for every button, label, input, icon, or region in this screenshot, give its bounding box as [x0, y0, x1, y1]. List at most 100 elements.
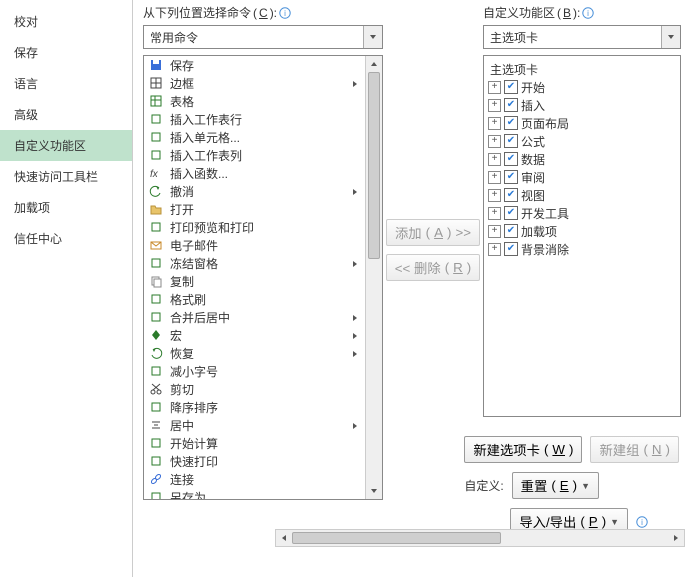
checkbox[interactable]	[504, 188, 518, 202]
sidebar: 校对保存语言高级自定义功能区快速访问工具栏加载项信任中心	[0, 0, 133, 577]
scroll-left-button[interactable]	[276, 530, 292, 546]
add-button[interactable]: 添加(A) >>	[386, 219, 480, 246]
checkbox[interactable]	[504, 80, 518, 94]
sidebar-item[interactable]: 保存	[0, 37, 132, 68]
command-item[interactable]: 插入单元格...	[144, 128, 365, 146]
tree-item[interactable]: +背景消除	[486, 240, 678, 258]
checkbox[interactable]	[504, 170, 518, 184]
border-icon	[148, 75, 164, 91]
tree-item[interactable]: +开发工具	[486, 204, 678, 222]
command-item[interactable]: 插入工作表行	[144, 110, 365, 128]
sidebar-item[interactable]: 信任中心	[0, 223, 132, 254]
expand-icon[interactable]: +	[488, 171, 501, 184]
sidebar-item[interactable]: 校对	[0, 6, 132, 37]
scroll-track[interactable]	[366, 72, 382, 483]
tree-item-label: 页面布局	[521, 115, 569, 132]
scrollbar[interactable]	[365, 56, 382, 499]
customize-ribbon-label: 自定义功能区(B):i	[483, 4, 681, 21]
sidebar-item[interactable]: 高级	[0, 99, 132, 130]
command-item[interactable]: 连接	[144, 470, 365, 488]
expand-icon[interactable]: +	[488, 189, 501, 202]
expand-icon[interactable]: +	[488, 153, 501, 166]
tree-item[interactable]: +审阅	[486, 168, 678, 186]
expand-icon[interactable]: +	[488, 81, 501, 94]
scroll-track[interactable]	[292, 530, 668, 546]
commands-listbox[interactable]: 保存边框表格插入工作表行插入单元格...插入工作表列fx插入函数...撤消打开打…	[143, 55, 383, 500]
tree-item[interactable]: +加载项	[486, 222, 678, 240]
checkbox[interactable]	[504, 242, 518, 256]
remove-button[interactable]: << 删除(R)	[386, 254, 480, 281]
sidebar-item[interactable]: 加载项	[0, 192, 132, 223]
command-item[interactable]: fx插入函数...	[144, 164, 365, 182]
ribbon-target-dropdown[interactable]: 主选项卡	[483, 25, 681, 49]
sidebar-item[interactable]: 快速访问工具栏	[0, 161, 132, 192]
ribbon-tree[interactable]: 主选项卡 + 开始 + 插入 + 页面布局+公式+数据+审阅+视图+开发工具+加载项+背景消…	[483, 55, 681, 417]
expand-icon[interactable]: +	[488, 207, 501, 220]
tree-item-label: 开始	[521, 79, 545, 96]
checkbox[interactable]	[504, 206, 518, 220]
command-item[interactable]: 开始计算	[144, 434, 365, 452]
command-item[interactable]: 电子邮件	[144, 236, 365, 254]
commands-source-dropdown[interactable]: 常用命令	[143, 25, 383, 49]
expand-icon[interactable]: +	[488, 99, 501, 112]
tree-item[interactable]: +公式	[486, 132, 678, 150]
tree-item[interactable]: + 开始	[486, 78, 678, 96]
horizontal-scrollbar[interactable]	[275, 529, 685, 547]
command-label: 插入单元格...	[170, 129, 361, 146]
scroll-right-button[interactable]	[668, 530, 684, 546]
sidebar-item[interactable]: 语言	[0, 68, 132, 99]
command-item[interactable]: 快速打印	[144, 452, 365, 470]
command-item[interactable]: 打印预览和打印	[144, 218, 365, 236]
command-item[interactable]: 复制	[144, 272, 365, 290]
new-group-button[interactable]: 新建组(N)	[590, 436, 679, 463]
submenu-arrow-icon	[353, 256, 361, 270]
command-item[interactable]: 合并后居中	[144, 308, 365, 326]
expand-icon[interactable]: +	[488, 117, 501, 130]
command-item[interactable]: 剪切	[144, 380, 365, 398]
scroll-thumb[interactable]	[292, 532, 501, 544]
ribbon-column: 自定义功能区(B):i 主选项卡 主选项卡 + 开始 + 插入 + 页面布局+公式+数据+审…	[483, 0, 681, 500]
tree-item[interactable]: + 页面布局	[486, 114, 678, 132]
command-label: 连接	[170, 471, 361, 488]
command-item[interactable]: 宏	[144, 326, 365, 344]
command-item[interactable]: 插入工作表列	[144, 146, 365, 164]
tree-item[interactable]: + 插入	[486, 96, 678, 114]
new-tab-button[interactable]: 新建选项卡(W)	[464, 436, 582, 463]
command-item[interactable]: 边框	[144, 74, 365, 92]
command-item[interactable]: 居中	[144, 416, 365, 434]
command-item[interactable]: 另存为	[144, 488, 365, 499]
expand-icon[interactable]: +	[488, 135, 501, 148]
command-item[interactable]: 表格	[144, 92, 365, 110]
dropdown-arrow-icon[interactable]	[661, 26, 680, 48]
tree-item[interactable]: +数据	[486, 150, 678, 168]
tree-item-label: 插入	[521, 97, 545, 114]
command-item[interactable]: 撤消	[144, 182, 365, 200]
dropdown-arrow-icon[interactable]	[363, 26, 382, 48]
tree-header: 主选项卡	[486, 60, 678, 78]
print-preview-icon	[148, 219, 164, 235]
scroll-up-button[interactable]	[366, 56, 382, 72]
command-label: 减小字号	[170, 363, 361, 380]
reset-button[interactable]: 重置(E)▼	[512, 472, 599, 499]
expand-icon[interactable]: +	[488, 243, 501, 256]
command-item[interactable]: 打开	[144, 200, 365, 218]
save-icon	[148, 57, 164, 73]
command-item[interactable]: 恢复	[144, 344, 365, 362]
checkbox[interactable]	[504, 224, 518, 238]
sidebar-item[interactable]: 自定义功能区	[0, 130, 132, 161]
tree-item[interactable]: +视图	[486, 186, 678, 204]
command-label: 格式刷	[170, 291, 361, 308]
command-item[interactable]: 降序排序	[144, 398, 365, 416]
expand-icon[interactable]: +	[488, 225, 501, 238]
checkbox[interactable]	[504, 134, 518, 148]
command-item[interactable]: 保存	[144, 56, 365, 74]
scroll-thumb[interactable]	[368, 72, 380, 259]
checkbox[interactable]	[504, 152, 518, 166]
scroll-down-button[interactable]	[366, 483, 382, 499]
svg-text:i: i	[284, 9, 286, 18]
command-item[interactable]: 冻结窗格	[144, 254, 365, 272]
checkbox[interactable]	[504, 98, 518, 112]
command-item[interactable]: 格式刷	[144, 290, 365, 308]
command-item[interactable]: 减小字号	[144, 362, 365, 380]
checkbox[interactable]	[504, 116, 518, 130]
